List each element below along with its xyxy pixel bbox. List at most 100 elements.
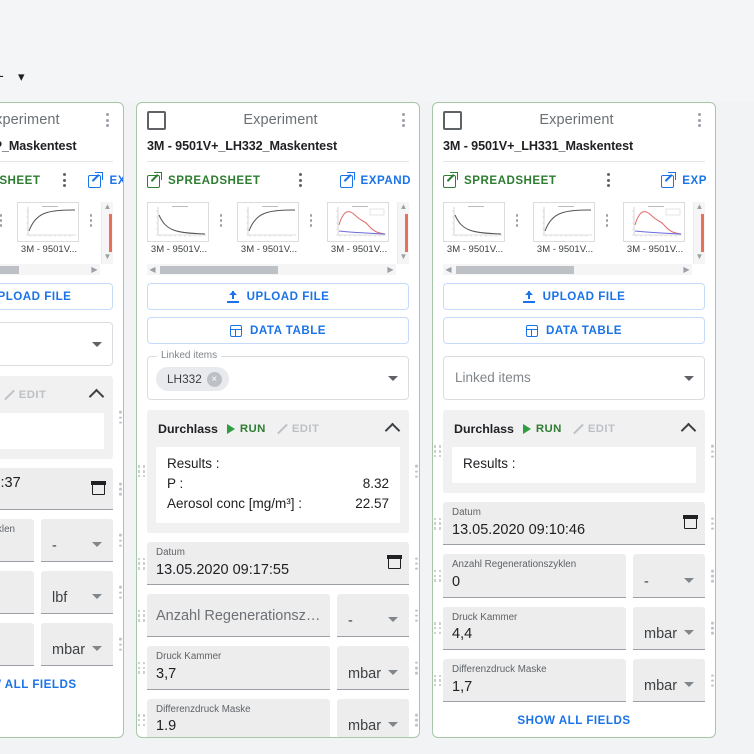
unit-select[interactable]: mbar — [633, 607, 705, 650]
scroll-down-arrow[interactable]: ▼ — [694, 252, 705, 262]
chevron-down-icon[interactable] — [92, 646, 102, 651]
thumbnail-item[interactable]: 3M - 9501V... — [147, 202, 211, 255]
thumbnail-vscrollbar[interactable]: ▲▼ — [693, 202, 705, 264]
unit-select[interactable]: - — [41, 519, 113, 562]
text-field[interactable]: mmer — [0, 571, 34, 614]
field-options-icon[interactable] — [711, 622, 714, 635]
card-checkbox[interactable] — [147, 111, 166, 130]
data-table-button[interactable]: DATA TABLE — [147, 317, 409, 344]
text-field[interactable]: Datum13.05.2020 09:17:55 — [147, 542, 409, 585]
field-options-icon[interactable] — [119, 586, 122, 599]
field-drag-handle[interactable] — [138, 662, 145, 674]
chevron-up-icon[interactable] — [89, 389, 105, 405]
thumbnail-item[interactable]: 3M - 9501V... — [17, 202, 81, 255]
text-field[interactable]: Datum13.05.2020 09:10:46 — [443, 502, 705, 545]
field-options-icon[interactable] — [119, 638, 122, 651]
chevron-down-icon[interactable] — [388, 376, 398, 381]
chevron-up-icon[interactable] — [385, 423, 401, 439]
thumbnail-menu-icon[interactable] — [213, 214, 229, 227]
show-all-fields-button[interactable]: SHOW ALL FIELDS — [0, 678, 123, 695]
field-options-icon[interactable] — [711, 517, 714, 530]
card-menu-icon[interactable] — [691, 113, 707, 127]
chevron-down-icon[interactable] — [388, 670, 398, 675]
module-options-icon[interactable] — [711, 445, 714, 458]
thumbnail-menu-icon[interactable] — [303, 214, 319, 227]
scroll-left-arrow[interactable]: ◀ — [443, 265, 454, 274]
text-field[interactable]: Druck Kammer4,4 — [443, 607, 626, 650]
field-options-icon[interactable] — [415, 661, 418, 674]
card-checkbox[interactable] — [443, 111, 462, 130]
field-options-icon[interactable] — [415, 557, 418, 570]
thumbnail-hscrollbar[interactable]: ◀▶ — [147, 264, 396, 275]
chevron-up-icon[interactable] — [681, 423, 697, 439]
thumbnail-item[interactable]: 3M - 9501V... — [327, 202, 391, 255]
field-options-icon[interactable] — [711, 674, 714, 687]
scroll-right-arrow[interactable]: ▶ — [681, 265, 692, 274]
chevron-down-icon[interactable] — [684, 630, 694, 635]
calendar-icon[interactable] — [388, 556, 401, 569]
unit-select[interactable]: mbar — [633, 659, 705, 702]
chevron-down-icon[interactable] — [92, 542, 102, 547]
unit-select[interactable]: lbf — [41, 571, 113, 614]
run-button[interactable]: RUN — [227, 423, 266, 435]
thumbnail-menu-icon[interactable] — [0, 214, 9, 227]
chevron-down-icon[interactable]: ▾ — [18, 70, 25, 83]
unit-select[interactable]: - — [337, 594, 409, 637]
thumbnail-item[interactable]: 3M - 9501V... — [237, 202, 301, 255]
unit-select[interactable]: - — [633, 554, 705, 597]
card-menu-icon[interactable] — [99, 113, 115, 127]
module-drag-handle[interactable] — [138, 465, 145, 477]
card-actions-menu-icon[interactable] — [601, 173, 617, 187]
scroll-left-arrow[interactable]: ◀ — [147, 265, 158, 274]
hscroll-thumb[interactable] — [456, 266, 574, 274]
thumbnail-menu-icon[interactable] — [599, 214, 615, 227]
scroll-right-arrow[interactable]: ▶ — [89, 265, 100, 274]
card-actions-menu-icon[interactable] — [292, 173, 308, 187]
chevron-down-icon[interactable] — [388, 617, 398, 622]
chevron-down-icon[interactable] — [684, 376, 694, 381]
thumbnail-item[interactable]: 3M - 9501V... — [443, 202, 507, 255]
field-options-icon[interactable] — [711, 570, 714, 583]
thumbnail-item[interactable]: 3M - 9501V... — [623, 202, 687, 255]
chevron-down-icon[interactable] — [684, 578, 694, 583]
edit-button[interactable]: EDIT — [2, 389, 47, 401]
scroll-up-arrow[interactable]: ▲ — [398, 202, 409, 212]
linked-items-select[interactable]: Linked items — [443, 356, 705, 400]
hscroll-track[interactable] — [0, 266, 89, 274]
expand-button[interactable]: EXPAND — [88, 173, 124, 187]
expand-button[interactable]: EXPAND — [340, 173, 411, 187]
text-field[interactable]: Anzahl Regenerationsz… — [147, 594, 330, 637]
field-options-icon[interactable] — [119, 534, 122, 547]
card-menu-icon[interactable] — [395, 113, 411, 127]
field-drag-handle[interactable] — [434, 518, 441, 530]
linked-items-select[interactable]: Linked itemsLH332× — [147, 356, 409, 400]
hscroll-track[interactable] — [454, 266, 681, 274]
scroll-up-arrow[interactable]: ▲ — [694, 202, 705, 212]
text-field[interactable]: ruck Maske — [0, 623, 34, 666]
calendar-icon[interactable] — [684, 516, 697, 529]
field-drag-handle[interactable] — [138, 558, 145, 570]
chip-remove-icon[interactable]: × — [207, 372, 222, 387]
module-options-icon[interactable] — [415, 465, 418, 478]
scroll-down-arrow[interactable]: ▼ — [398, 252, 409, 262]
unit-select[interactable]: mbar — [337, 646, 409, 689]
field-drag-handle[interactable] — [434, 570, 441, 582]
module-options-icon[interactable] — [119, 411, 122, 424]
chevron-down-icon[interactable] — [388, 722, 398, 727]
edit-button[interactable]: EDIT — [571, 423, 616, 435]
text-field[interactable]: Differenzdruck Maske1.9 — [147, 699, 330, 739]
field-options-icon[interactable] — [119, 483, 122, 496]
module-drag-handle[interactable] — [434, 446, 441, 458]
chevron-down-icon[interactable] — [92, 342, 102, 347]
run-button[interactable]: RUN — [523, 423, 562, 435]
thumbnail-menu-icon[interactable] — [509, 214, 525, 227]
field-options-icon[interactable] — [415, 609, 418, 622]
calendar-icon[interactable] — [92, 482, 105, 495]
field-drag-handle[interactable] — [434, 675, 441, 687]
hscroll-thumb[interactable] — [0, 266, 19, 274]
scroll-right-arrow[interactable]: ▶ — [385, 265, 396, 274]
data-table-button[interactable]: DATA TABLE — [443, 317, 705, 344]
chevron-down-icon[interactable] — [92, 594, 102, 599]
plus-icon[interactable]: + — [0, 68, 4, 85]
expand-button[interactable]: EXP — [661, 173, 707, 187]
